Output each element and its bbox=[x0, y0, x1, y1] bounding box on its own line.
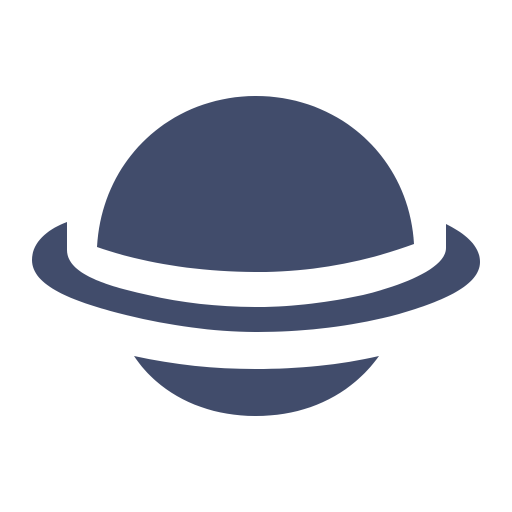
planet-icon bbox=[32, 96, 480, 416]
planet-upper-cap bbox=[97, 96, 414, 272]
planet-lower-cap bbox=[134, 356, 379, 416]
icon-canvas bbox=[0, 0, 512, 512]
